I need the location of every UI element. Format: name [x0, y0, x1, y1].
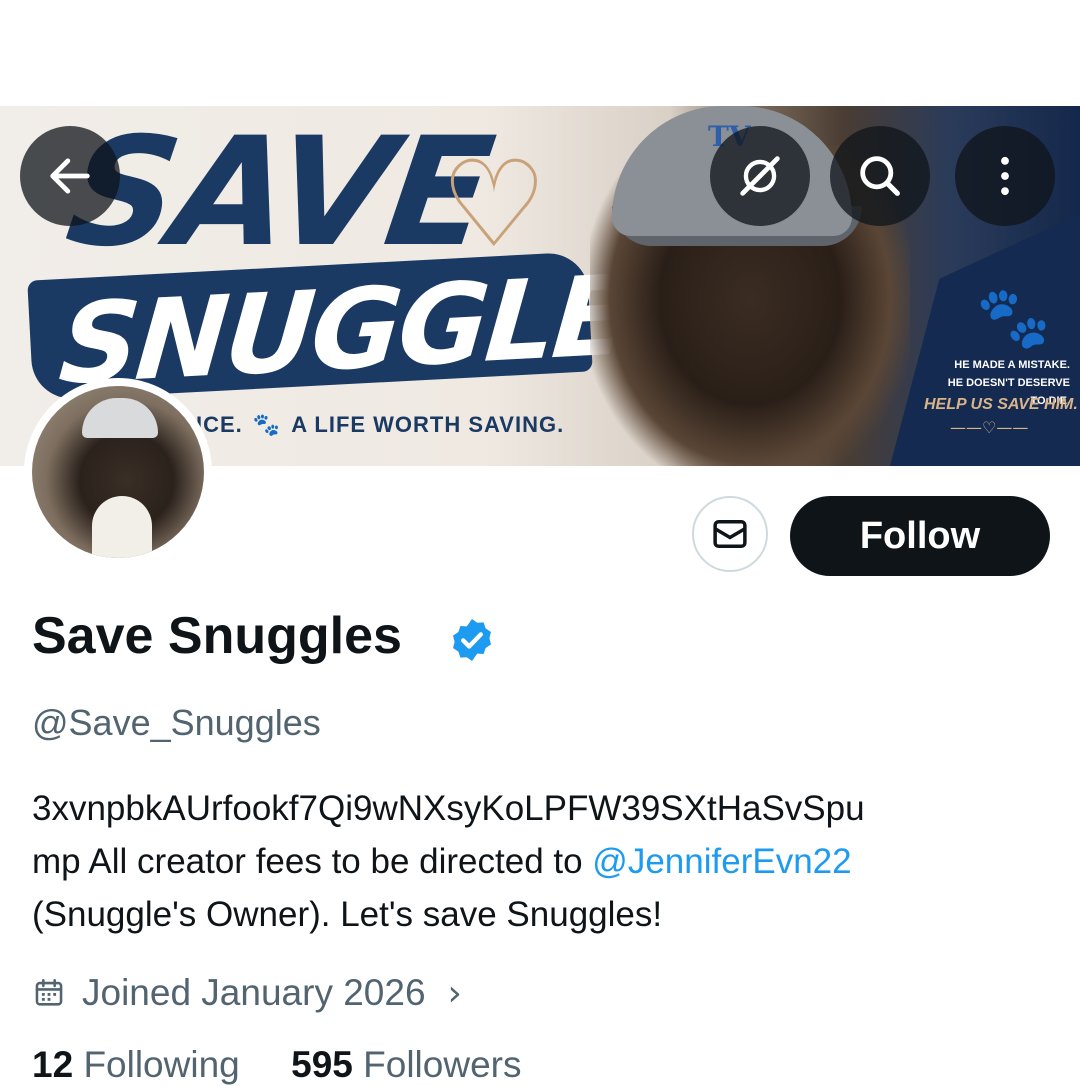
bio-line-1: 3xvnpbkAUrfookf7Qi9wNXsyKoLPFW39SXtHaSvS… [32, 789, 865, 828]
avatar-photo [32, 386, 204, 558]
bio-line-3: (Snuggle's Owner). Let's save Snuggles! [32, 895, 663, 934]
banner-tagline: ICE. 🐾 A LIFE WORTH SAVING. [196, 412, 564, 438]
search-button[interactable] [830, 126, 930, 226]
banner-headline-top: SAVE [57, 106, 499, 280]
verified-badge-icon[interactable] [448, 616, 496, 664]
followers-label: Followers [363, 1044, 522, 1085]
back-arrow-icon [50, 158, 90, 194]
profile-handle: @Save_Snuggles [32, 702, 321, 743]
followers-link[interactable]: 595 Followers [291, 1044, 521, 1085]
more-vertical-icon [1001, 156, 1009, 196]
banner-tagline-right: A LIFE WORTH SAVING. [291, 412, 565, 437]
bio-line-2: mp All creator fees to be directed to @J… [32, 835, 1032, 888]
banner-divider-heart-icon: ——♡—— [950, 418, 1029, 437]
avatar-chest [92, 496, 152, 558]
bio-mention-link[interactable]: @JenniferEvn22 [592, 842, 851, 881]
profile-bio: 3xvnpbkAUrfookf7Qi9wNXsyKoLPFW39SXtHaSvS… [32, 782, 1032, 941]
following-count: 12 [32, 1044, 74, 1085]
grok-icon [740, 156, 780, 196]
avatar[interactable] [24, 378, 212, 566]
envelope-icon [713, 520, 747, 548]
status-area [0, 0, 1080, 106]
bio-line-2-text: mp All creator fees to be directed to [32, 842, 593, 881]
banner-side-line1: HE MADE A MISTAKE. [954, 359, 1070, 371]
following-label: Following [83, 1044, 240, 1085]
banner-paw-icon: 🐾 [976, 283, 1051, 353]
back-button[interactable] [20, 126, 120, 226]
joined-date: Joined January 2026 [82, 972, 426, 1013]
banner-help-text: HELP US SAVE HIM. [924, 396, 1078, 413]
more-button[interactable] [955, 126, 1055, 226]
follow-stats: 12 Following 595 Followers [32, 1044, 521, 1086]
followers-count: 595 [291, 1044, 353, 1085]
grok-button[interactable] [710, 126, 810, 226]
avatar-cap [82, 398, 158, 438]
chevron-right-icon: › [447, 972, 462, 1014]
joined-date-row[interactable]: Joined January 2026 › [32, 966, 462, 1020]
paw-icon: 🐾 [252, 412, 282, 437]
message-button[interactable] [692, 496, 768, 572]
following-link[interactable]: 12 Following [32, 1044, 240, 1085]
search-icon [860, 156, 900, 196]
profile-name: Save Snuggles [32, 607, 402, 665]
follow-button[interactable]: Follow [790, 496, 1050, 576]
calendar-icon [35, 978, 63, 1006]
